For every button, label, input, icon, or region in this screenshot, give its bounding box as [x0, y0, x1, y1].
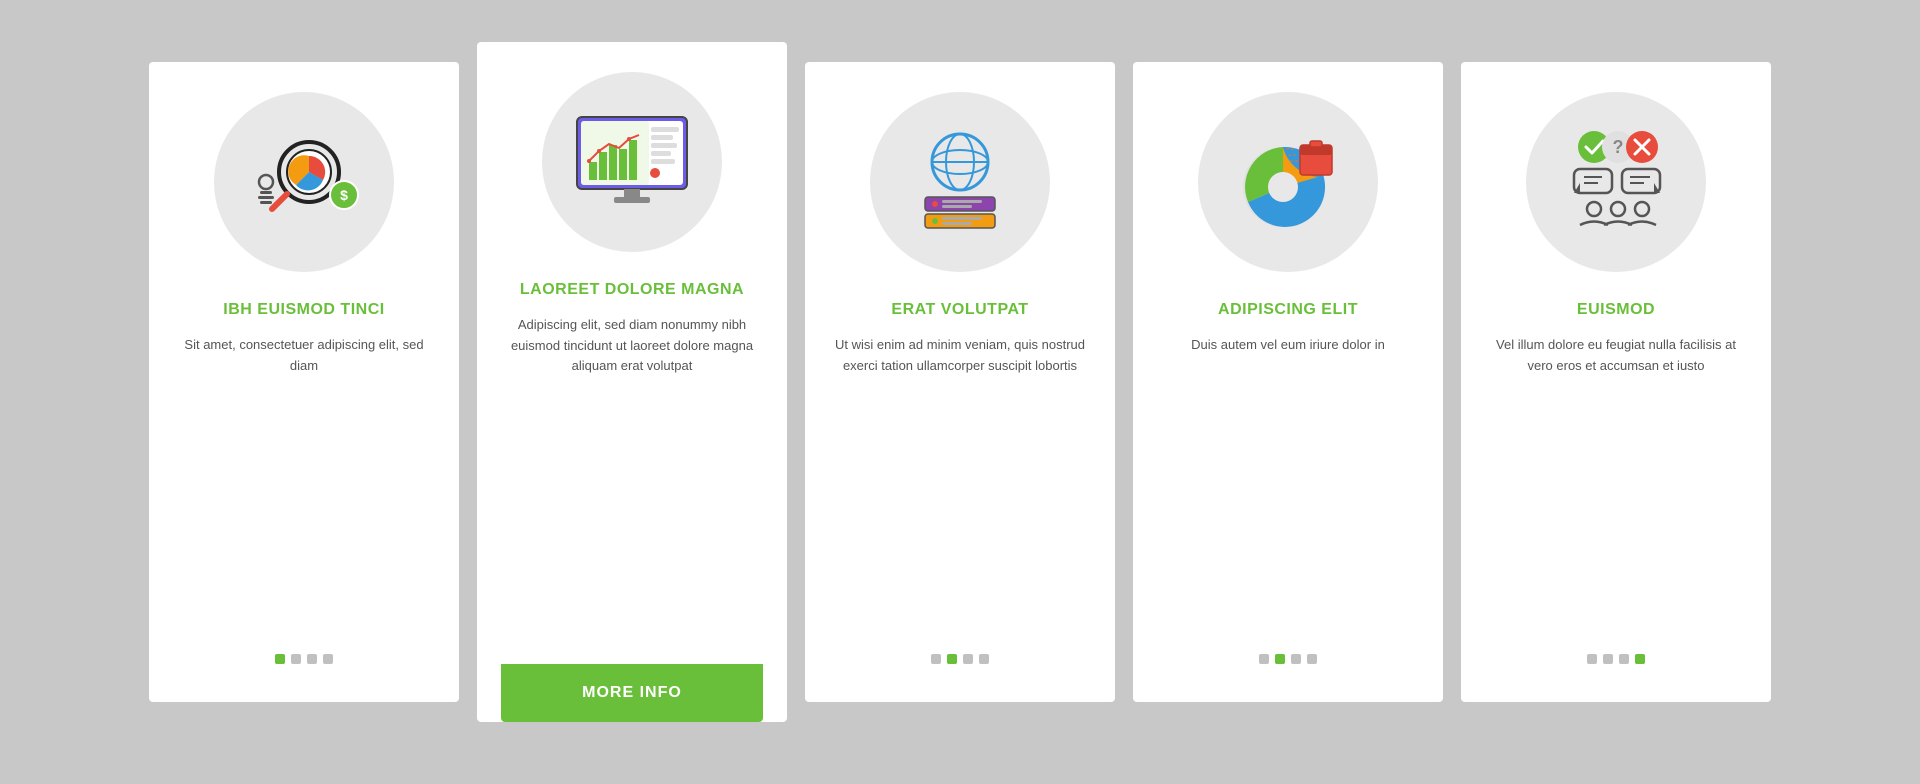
card-3-desc: Ut wisi enim ad minim veniam, quis nostr…	[829, 335, 1091, 630]
icon-circle-5: ?	[1526, 92, 1706, 272]
dot	[947, 654, 957, 664]
card-1-desc: Sit amet, consectetuer adipiscing elit, …	[173, 335, 435, 630]
icon-circle-3	[870, 92, 1050, 272]
card-3: ERAT VOLUTPAT Ut wisi enim ad minim veni…	[805, 62, 1115, 702]
card-3-dots	[931, 654, 989, 664]
globe-server-icon	[900, 127, 1020, 237]
more-info-button[interactable]: MORE INFO	[501, 664, 763, 722]
card-5-desc: Vel illum dolore eu feugiat nulla facili…	[1485, 335, 1747, 630]
dot	[1619, 654, 1629, 664]
dot	[963, 654, 973, 664]
card-1-title: IBH EUISMOD TINCI	[223, 300, 384, 321]
card-2: LAOREET DOLORE MAGNA Adipiscing elit, se…	[477, 42, 787, 722]
analytics-search-icon: $	[244, 127, 364, 237]
dot	[1603, 654, 1613, 664]
qa-chat-icon: ?	[1556, 125, 1676, 240]
card-5-title: EUISMOD	[1577, 300, 1655, 321]
dot	[1259, 654, 1269, 664]
dot	[323, 654, 333, 664]
dot	[979, 654, 989, 664]
dot	[291, 654, 301, 664]
card-3-title: ERAT VOLUTPAT	[891, 300, 1028, 321]
cards-container: $ IBH EUISMOD TINCI Sit amet, consectetu…	[89, 22, 1831, 762]
dot	[931, 654, 941, 664]
icon-circle-4	[1198, 92, 1378, 272]
card-1: $ IBH EUISMOD TINCI Sit amet, consectetu…	[149, 62, 459, 702]
dot	[275, 654, 285, 664]
icon-circle-1: $	[214, 92, 394, 272]
svg-text:$: $	[340, 187, 348, 203]
pie-delivery-icon	[1228, 127, 1348, 237]
card-2-desc: Adipiscing elit, sed diam nonummy nibh e…	[501, 315, 763, 664]
card-5-dots	[1587, 654, 1645, 664]
card-5: ?	[1461, 62, 1771, 702]
card-4-desc: Duis autem vel eum iriure dolor in	[1191, 335, 1385, 630]
dot	[1635, 654, 1645, 664]
card-4-dots	[1259, 654, 1317, 664]
svg-text:?: ?	[1613, 137, 1624, 157]
icon-circle-2	[542, 72, 722, 252]
card-4: ADIPISCING ELIT Duis autem vel eum iriur…	[1133, 62, 1443, 702]
dot	[1587, 654, 1597, 664]
monitor-chart-icon	[567, 107, 697, 217]
dot	[1307, 654, 1317, 664]
card-2-title: LAOREET DOLORE MAGNA	[520, 280, 744, 301]
dot	[1275, 654, 1285, 664]
dot	[307, 654, 317, 664]
card-4-title: ADIPISCING ELIT	[1218, 300, 1358, 321]
dot	[1291, 654, 1301, 664]
card-1-dots	[275, 654, 333, 664]
